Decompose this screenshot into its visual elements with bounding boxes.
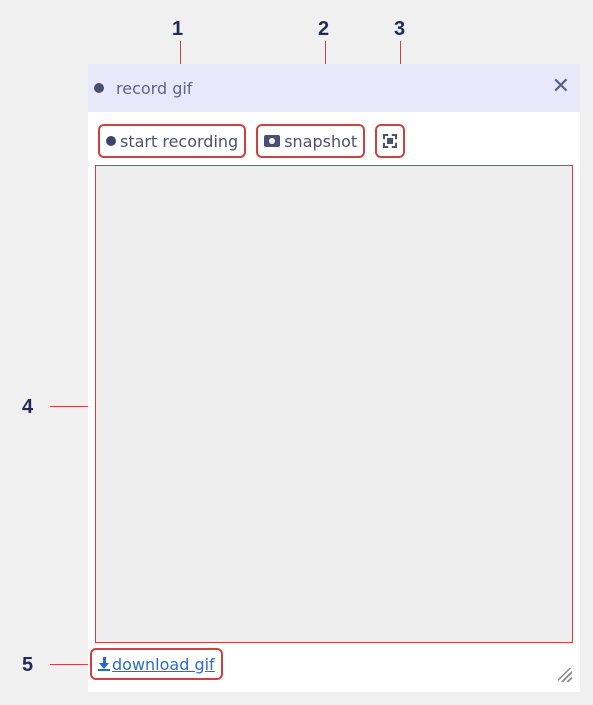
callout-3: 3 bbox=[394, 18, 406, 40]
snapshot-label: snapshot bbox=[284, 131, 358, 151]
callout-5: 5 bbox=[22, 654, 34, 676]
record-dot-icon bbox=[94, 83, 104, 93]
callout-1: 1 bbox=[172, 18, 184, 40]
callout-4: 4 bbox=[22, 396, 34, 418]
window-title: record gif bbox=[116, 78, 193, 98]
preview-canvas[interactable] bbox=[95, 165, 573, 643]
callout-5-line bbox=[50, 664, 90, 665]
titlebar: record gif ✕ bbox=[88, 64, 580, 112]
resize-grip-icon[interactable] bbox=[558, 668, 572, 682]
record-icon bbox=[106, 136, 116, 146]
callout-2: 2 bbox=[318, 18, 330, 40]
download-icon bbox=[98, 657, 110, 671]
start-recording-label: start recording bbox=[120, 131, 239, 151]
record-gif-panel: record gif ✕ start recording snapshot do… bbox=[88, 64, 580, 692]
snapshot-button[interactable]: snapshot bbox=[256, 124, 366, 158]
download-label: download gif bbox=[112, 654, 215, 674]
start-recording-button[interactable]: start recording bbox=[98, 124, 247, 158]
fit-to-screen-button[interactable] bbox=[375, 124, 406, 158]
toolbar: start recording snapshot bbox=[98, 124, 406, 158]
camera-icon bbox=[264, 135, 281, 147]
fit-screen-icon bbox=[383, 134, 398, 148]
download-gif-link[interactable]: download gif bbox=[90, 648, 223, 680]
close-icon[interactable]: ✕ bbox=[552, 76, 570, 98]
